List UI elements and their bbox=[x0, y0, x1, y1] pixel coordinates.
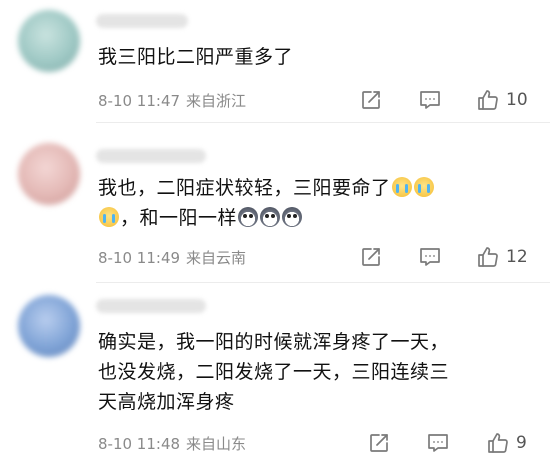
comment-bubble-icon bbox=[420, 248, 440, 266]
comment-item: 我三阳比二阳严重多了 8-10 11:47 来自浙江 10 bbox=[0, 0, 550, 123]
comment-meta: 8-10 11:47 来自浙江 10 bbox=[98, 88, 534, 112]
reply-button[interactable] bbox=[418, 245, 442, 269]
husky-dog-emoji bbox=[260, 207, 281, 227]
comment-bubble-icon bbox=[420, 91, 440, 109]
loudly-crying-face-emoji bbox=[99, 207, 119, 227]
comment-text-line: 我也，二阳症状较轻，三阳要命了 bbox=[98, 177, 391, 199]
share-edit-icon bbox=[362, 91, 380, 109]
thumbs-up-icon bbox=[478, 247, 498, 267]
comment-location: 来自云南 bbox=[186, 249, 247, 267]
like-button[interactable]: 12 bbox=[476, 245, 528, 269]
husky-dog-emoji bbox=[238, 207, 259, 227]
comment-time: 8-10 11:47 bbox=[98, 92, 181, 110]
comment-text-line: 天高烧加浑身疼 bbox=[98, 391, 235, 413]
comment-time: 8-10 11:49 bbox=[98, 249, 181, 267]
loudly-crying-face-emoji bbox=[391, 177, 412, 197]
reply-button[interactable] bbox=[418, 88, 442, 112]
comment-location: 来自山东 bbox=[186, 435, 247, 453]
thumbs-up-icon bbox=[488, 433, 508, 453]
forward-button[interactable] bbox=[368, 431, 390, 455]
comment-text: 我也，二阳症状较轻，三阳要命了 ，和一阳一样 bbox=[98, 173, 435, 233]
like-count: 9 bbox=[516, 433, 527, 453]
comment-text-line: 也没发烧，二阳发烧了一天，三阳连续三 bbox=[98, 361, 450, 383]
comment-item: 我也，二阳症状较轻，三阳要命了 ，和一阳一样 8-10 11:49 来自云南 1… bbox=[0, 123, 550, 283]
username[interactable] bbox=[96, 14, 188, 28]
comment-text-line: 我三阳比二阳严重多了 bbox=[98, 46, 294, 68]
username[interactable] bbox=[96, 149, 206, 163]
comment-text: 我三阳比二阳严重多了 bbox=[98, 42, 293, 72]
like-button[interactable]: 9 bbox=[486, 431, 527, 455]
comment-item: 确实是，我一阳的时候就浑身疼了一天， 也没发烧，二阳发烧了一天，三阳连续三 天高… bbox=[0, 283, 550, 473]
share-edit-icon bbox=[370, 434, 388, 452]
forward-button[interactable] bbox=[360, 88, 382, 112]
share-edit-icon bbox=[362, 248, 380, 266]
comment-text: 确实是，我一阳的时候就浑身疼了一天， 也没发烧，二阳发烧了一天，三阳连续三 天高… bbox=[98, 327, 449, 417]
comment-meta: 8-10 11:48 来自山东 9 bbox=[98, 431, 534, 455]
comment-bubble-icon bbox=[428, 434, 448, 452]
like-button[interactable]: 10 bbox=[476, 88, 528, 112]
avatar[interactable] bbox=[18, 10, 80, 72]
avatar[interactable] bbox=[18, 143, 80, 205]
username[interactable] bbox=[96, 299, 206, 313]
comment-text-line: 确实是，我一阳的时候就浑身疼了一天， bbox=[98, 331, 450, 353]
loudly-crying-face-emoji bbox=[413, 177, 434, 197]
thumbs-up-icon bbox=[478, 90, 498, 110]
like-count: 10 bbox=[506, 90, 528, 110]
reply-button[interactable] bbox=[426, 431, 450, 455]
comment-meta: 8-10 11:49 来自云南 12 bbox=[98, 245, 534, 269]
comment-location: 来自浙江 bbox=[186, 92, 247, 110]
forward-button[interactable] bbox=[360, 245, 382, 269]
comment-text-line: ，和一阳一样 bbox=[120, 207, 238, 229]
comment-time: 8-10 11:48 bbox=[98, 435, 181, 453]
husky-dog-emoji bbox=[282, 207, 303, 227]
avatar[interactable] bbox=[18, 295, 80, 357]
like-count: 12 bbox=[506, 247, 528, 267]
